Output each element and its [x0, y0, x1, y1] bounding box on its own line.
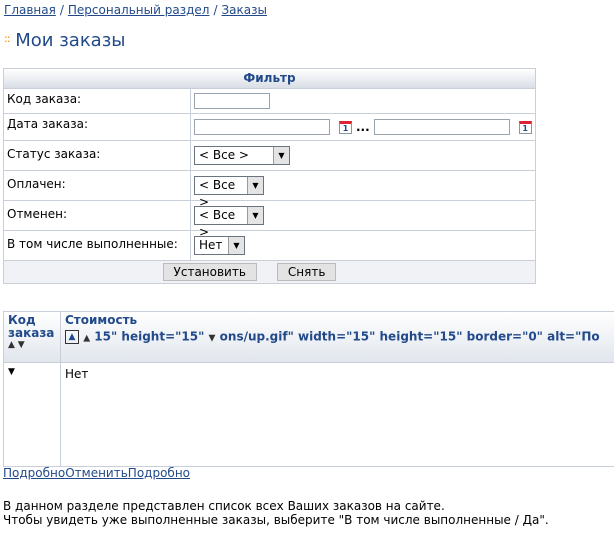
sort-down-icon[interactable]: ▼ — [8, 367, 15, 377]
page-title: Мои заказы — [15, 30, 126, 51]
completed-select[interactable]: Нет ▼ — [194, 236, 245, 255]
broken-markup-text: 15" height="15" — [94, 329, 205, 344]
date-to-input[interactable] — [373, 119, 510, 135]
chevron-down-icon: ▼ — [273, 147, 289, 164]
filter-row-status: Статус заказа: < Все > ▼ — [4, 141, 535, 171]
filter-row-cancelled: Отменен: < Все > ▼ — [4, 201, 535, 239]
paid-select[interactable]: < Все > ▼ — [194, 176, 264, 209]
filter-row-order-code: Код заказа: — [4, 89, 535, 114]
sort-up-active-icon[interactable]: ▲ — [65, 330, 79, 344]
cancel-link[interactable]: Отменить — [65, 466, 128, 480]
calendar-icon[interactable]: 1 — [518, 120, 532, 134]
paid-select-value: < Все > — [199, 178, 236, 209]
date-from-input[interactable] — [194, 119, 330, 135]
chevron-down-icon: ▼ — [247, 207, 263, 224]
info-note-line-2: Чтобы увидеть уже выполненные заказы, вы… — [3, 513, 549, 527]
completed-label: В том числе выполненные: — [4, 231, 191, 260]
footer-links: ПодробноОтменитьПодробно — [3, 466, 190, 480]
cancelled-label: Отменен: — [4, 201, 191, 230]
column-order-code: Код заказа ▲ ▼ — [4, 312, 61, 362]
row-value: Нет — [65, 367, 89, 381]
completed-select-value: Нет — [199, 238, 223, 252]
filter-panel: Фильтр Код заказа: Дата заказа: 1 ... 1 … — [3, 68, 536, 284]
sort-down-icon[interactable]: ▼ — [18, 340, 25, 350]
filter-buttons: Установить Снять — [4, 261, 535, 283]
sort-up-icon[interactable]: ▲ — [8, 340, 15, 350]
filter-header: Фильтр — [4, 69, 535, 89]
filter-row-order-date: Дата заказа: 1 ... 1 — [4, 114, 535, 141]
breadcrumb-home[interactable]: Главная — [4, 3, 56, 17]
sort-down-icon[interactable]: ▼ — [209, 334, 216, 344]
status-label: Статус заказа: — [4, 141, 191, 170]
details-link-2[interactable]: Подробно — [128, 466, 190, 480]
column-cost: Стоимость ▲ ▲ 15" height="15" ▼ ons/up.g… — [61, 312, 614, 362]
cancelled-select[interactable]: < Все > ▼ — [194, 206, 264, 239]
breadcrumb: Главная / Персональный раздел / Заказы — [4, 3, 267, 17]
status-select-value: < Все > — [199, 148, 249, 162]
breadcrumb-separator: / — [213, 3, 218, 17]
order-code-input[interactable] — [194, 93, 270, 109]
paid-label: Оплачен: — [4, 171, 191, 200]
column-order-code-label: Код заказа — [8, 313, 55, 340]
details-link[interactable]: Подробно — [3, 466, 65, 480]
info-note: В данном разделе представлен список всех… — [3, 499, 549, 527]
breadcrumb-orders[interactable]: Заказы — [221, 3, 267, 17]
status-select[interactable]: < Все > ▼ — [194, 146, 290, 165]
chevron-down-icon: ▼ — [228, 237, 244, 254]
sort-up-icon[interactable]: ▲ — [83, 334, 90, 344]
chevron-down-icon: ▼ — [247, 177, 263, 194]
cancelled-select-value: < Все > — [199, 208, 236, 239]
orders-table: Код заказа ▲ ▼ Стоимость ▲ ▲ 15" height=… — [3, 311, 614, 467]
title-bullet-icon: :: — [4, 32, 11, 45]
column-cost-label: Стоимость — [65, 313, 138, 327]
breadcrumb-separator: / — [59, 3, 64, 17]
filter-row-paid: Оплачен: < Все > ▼ — [4, 171, 535, 209]
table-header: Код заказа ▲ ▼ Стоимость ▲ ▲ 15" height=… — [4, 312, 614, 363]
broken-markup-text-2: ons/up.gif" width="15" height="15" borde… — [219, 329, 600, 344]
calendar-icon[interactable]: 1 — [339, 120, 352, 134]
filter-row-completed: В том числе выполненные: Нет ▼ — [4, 231, 535, 261]
breadcrumb-personal[interactable]: Персональный раздел — [68, 3, 210, 17]
page-title-block: :: Мои заказы — [4, 30, 126, 51]
date-range-separator: ... — [356, 120, 370, 134]
reset-filter-button[interactable]: Снять — [276, 263, 337, 281]
order-code-label: Код заказа: — [4, 89, 191, 113]
table-row: ▼ Нет — [4, 363, 614, 466]
order-date-label: Дата заказа: — [4, 114, 191, 140]
info-note-line-1: В данном разделе представлен список всех… — [3, 499, 445, 513]
apply-filter-button[interactable]: Установить — [162, 263, 257, 281]
